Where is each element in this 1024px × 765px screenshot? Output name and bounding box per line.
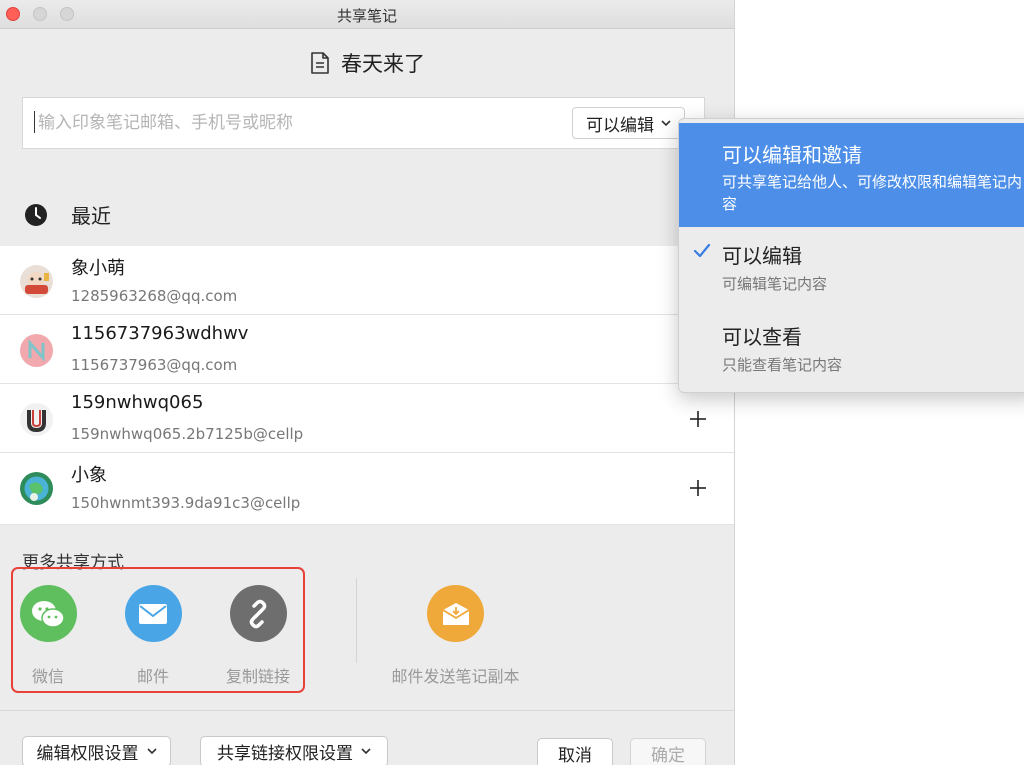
recent-label: 最近 bbox=[71, 204, 111, 228]
menu-option-view[interactable]: 可以查看 只能查看笔记内容 bbox=[679, 309, 1024, 389]
note-title: 春天来了 bbox=[341, 52, 425, 76]
avatar bbox=[20, 403, 53, 436]
contact-row[interactable]: 小象 150hwnmt393.9da91c3@cellp bbox=[0, 453, 734, 525]
permission-select-label: 可以编辑 bbox=[586, 115, 654, 136]
option-description: 可共享笔记给他人、可修改权限和编辑笔记内容 bbox=[722, 173, 1023, 213]
menu-option-edit-and-invite[interactable]: 可以编辑和邀请 可共享笔记给他人、可修改权限和编辑笔记内容 bbox=[679, 123, 1024, 227]
menu-option-edit[interactable]: 可以编辑 可编辑笔记内容 bbox=[679, 227, 1024, 307]
share-wechat-button[interactable]: 微信 bbox=[3, 585, 93, 686]
add-contact-icon[interactable] bbox=[688, 409, 708, 429]
wechat-icon bbox=[19, 585, 77, 642]
permission-dropdown-menu: 可以编辑和邀请 可共享笔记给他人、可修改权限和编辑笔记内容 可以编辑 可编辑笔记… bbox=[678, 118, 1024, 393]
option-description: 只能查看笔记内容 bbox=[722, 356, 843, 374]
share-wechat-label: 微信 bbox=[31, 667, 64, 686]
link-permission-button[interactable]: 共享链接权限设置 bbox=[200, 736, 388, 765]
chevron-down-icon bbox=[361, 748, 371, 755]
edit-permission-label: 编辑权限设置 bbox=[36, 744, 139, 764]
option-title: 可以编辑和邀请 bbox=[722, 143, 862, 167]
option-title: 可以编辑 bbox=[722, 244, 802, 268]
title-bar: 共享笔记 bbox=[0, 0, 734, 29]
note-header: 春天来了 bbox=[0, 47, 734, 79]
contact-name: 159nwhwq065 bbox=[71, 392, 204, 413]
footer-divider bbox=[0, 710, 734, 711]
add-contact-icon[interactable] bbox=[688, 478, 708, 498]
contact-email: 1285963268@qq.com bbox=[71, 287, 238, 305]
confirm-button[interactable]: 确定 bbox=[630, 738, 706, 765]
window-title: 共享笔记 bbox=[336, 7, 397, 25]
email-copy-icon bbox=[427, 585, 484, 642]
avatar bbox=[20, 265, 53, 298]
permission-select[interactable]: 可以编辑 bbox=[572, 107, 685, 139]
chevron-down-icon bbox=[661, 119, 671, 126]
link-permission-label: 共享链接权限设置 bbox=[217, 744, 353, 764]
share-mail-label: 邮件 bbox=[136, 667, 169, 686]
contact-name: 1156737963wdhwv bbox=[71, 323, 249, 344]
text-caret bbox=[34, 111, 35, 133]
copy-link-label: 复制链接 bbox=[225, 667, 290, 686]
option-description: 可编辑笔记内容 bbox=[722, 275, 828, 293]
edit-permission-button[interactable]: 编辑权限设置 bbox=[22, 736, 171, 765]
contact-email: 150hwnmt393.9da91c3@cellp bbox=[71, 494, 301, 512]
email-copy-button[interactable]: 邮件发送笔记副本 bbox=[383, 585, 528, 686]
clock-icon bbox=[25, 203, 47, 226]
mail-icon bbox=[124, 585, 182, 642]
email-copy-label: 邮件发送笔记副本 bbox=[391, 667, 520, 686]
avatar bbox=[20, 334, 53, 367]
contact-email: 1156737963@qq.com bbox=[71, 356, 238, 374]
cancel-button[interactable]: 取消 bbox=[537, 738, 613, 765]
contact-name: 小象 bbox=[71, 465, 107, 486]
contact-name: 象小萌 bbox=[71, 258, 125, 279]
note-icon bbox=[311, 52, 329, 74]
invite-box: 可以编辑 bbox=[22, 97, 705, 149]
cancel-label: 取消 bbox=[558, 746, 592, 765]
invite-input[interactable] bbox=[36, 107, 560, 139]
contact-row[interactable]: 象小萌 1285963268@qq.com bbox=[0, 246, 734, 315]
contact-row[interactable]: 159nwhwq065 159nwhwq065.2b7125b@cellp bbox=[0, 384, 734, 453]
share-divider bbox=[356, 578, 357, 663]
contact-row[interactable]: 1156737963wdhwv 1156737963@qq.com bbox=[0, 315, 734, 384]
share-note-window: 共享笔记 春天来了 可以编辑 最近 bbox=[0, 0, 735, 765]
chevron-down-icon bbox=[146, 748, 157, 755]
avatar bbox=[20, 472, 53, 505]
copy-link-button[interactable]: 复制链接 bbox=[213, 585, 303, 686]
confirm-label: 确定 bbox=[651, 746, 685, 765]
share-mail-button[interactable]: 邮件 bbox=[108, 585, 198, 686]
recent-contacts-list: 象小萌 1285963268@qq.com 1156737963wdhwv 11… bbox=[0, 246, 734, 525]
recent-header: 最近 bbox=[23, 200, 111, 229]
contact-email: 159nwhwq065.2b7125b@cellp bbox=[71, 425, 304, 443]
link-icon bbox=[229, 585, 287, 642]
option-title: 可以查看 bbox=[722, 325, 802, 349]
